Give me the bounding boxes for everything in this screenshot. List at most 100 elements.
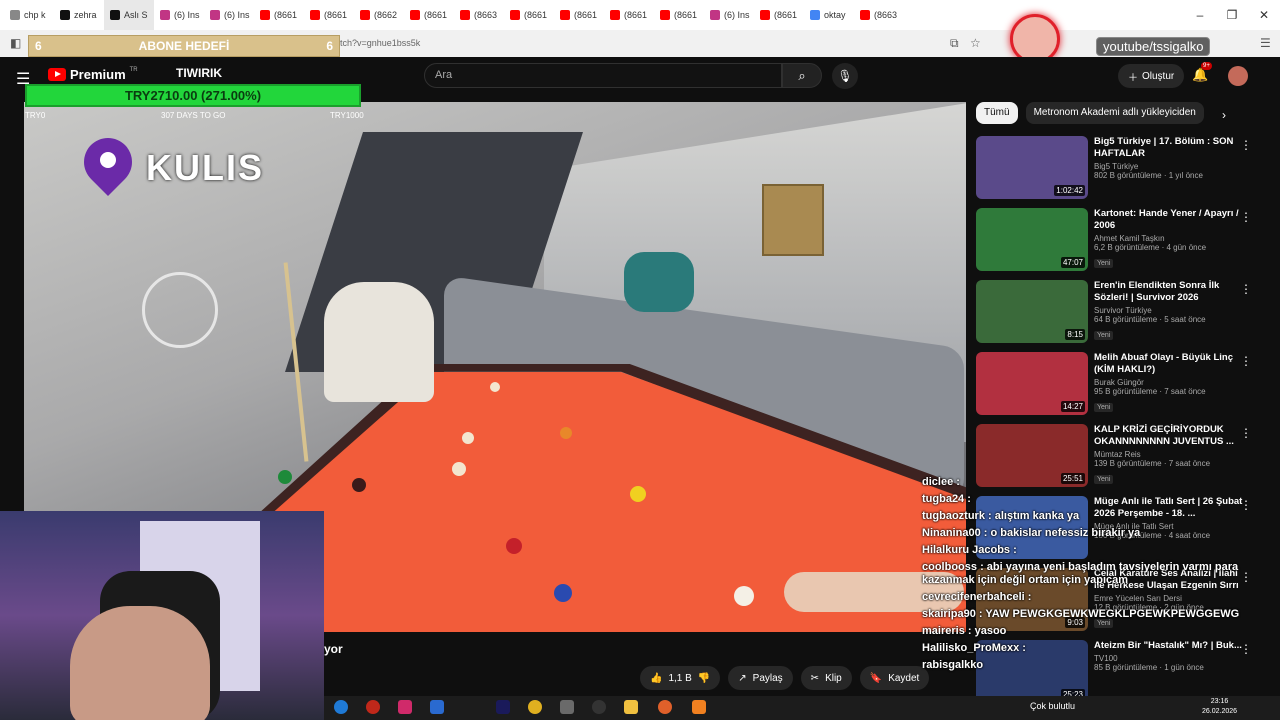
chat-message: maireris : yasoo bbox=[922, 625, 1272, 638]
chevron-right-icon[interactable]: › bbox=[1222, 108, 1226, 122]
video-meta: Kartonet: Hande Yener / Apayrı / 2006 Ah… bbox=[1094, 208, 1244, 280]
channel-name[interactable]: Ahmet Kamil Taşkın bbox=[1094, 234, 1244, 243]
recommendation-item[interactable]: 47:07 Kartonet: Hande Yener / Apayrı / 2… bbox=[976, 208, 1266, 280]
account-avatar[interactable] bbox=[1228, 66, 1248, 86]
like-button[interactable]: 👍 1,1 B 👎 bbox=[640, 666, 721, 690]
more-options-icon[interactable]: ⋮ bbox=[1240, 282, 1252, 296]
dislike-icon[interactable]: 👎 bbox=[698, 673, 710, 684]
store-icon[interactable] bbox=[398, 700, 412, 714]
tab-favicon-icon bbox=[360, 10, 370, 20]
recommendation-item[interactable]: 8:15 Eren'in Elendikten Sonra İlk Sözler… bbox=[976, 280, 1266, 352]
browser-tab[interactable]: (8661 bbox=[254, 0, 304, 30]
vlc-icon[interactable] bbox=[692, 700, 706, 714]
chip-uploader[interactable]: Metronom Akademi adlı yükleyiciden bbox=[1025, 102, 1204, 124]
tab-favicon-icon bbox=[860, 10, 870, 20]
video-thumbnail[interactable]: 47:07 bbox=[976, 208, 1088, 271]
new-badge: Yeni bbox=[1094, 259, 1114, 268]
channel-name[interactable]: Survivor Türkiye bbox=[1094, 306, 1244, 315]
tab-favicon-icon bbox=[610, 10, 620, 20]
browser-tab[interactable]: (8661 bbox=[304, 0, 354, 30]
video-duration: 8:15 bbox=[1065, 329, 1085, 340]
maximize-icon[interactable]: ❐ bbox=[1216, 8, 1248, 22]
video-title[interactable]: Big5 Türkiye | 17. Bölüm : SON HAFTALAR bbox=[1094, 136, 1244, 160]
browser-tab[interactable]: (8661 bbox=[604, 0, 654, 30]
app-icon[interactable] bbox=[560, 700, 574, 714]
browser-tab[interactable]: (6) Ins bbox=[204, 0, 254, 30]
search-button[interactable]: ⌕ bbox=[782, 63, 822, 88]
recommendation-item[interactable]: 1:02:42 Big5 Türkiye | 17. Bölüm : SON H… bbox=[976, 136, 1266, 208]
url-text[interactable]: tch?v=gnhue1bss5k bbox=[340, 38, 420, 48]
video-thumbnail[interactable]: 8:15 bbox=[976, 280, 1088, 343]
recommendation-item[interactable]: 14:27 Melih Abuaf Olayı - Büyük Linç (Kİ… bbox=[976, 352, 1266, 424]
bookmark-star-icon[interactable]: ☆ bbox=[970, 36, 981, 50]
browser-tab[interactable]: (6) Ins bbox=[704, 0, 754, 30]
video-person-player bbox=[324, 282, 434, 402]
search-input[interactable]: Ara bbox=[424, 63, 782, 88]
save-button[interactable]: 🔖 Kaydet bbox=[859, 666, 930, 690]
browser-tab[interactable]: (8661 bbox=[754, 0, 804, 30]
more-options-icon[interactable]: ⋮ bbox=[1240, 138, 1252, 152]
more-options-icon[interactable]: ⋮ bbox=[1240, 210, 1252, 224]
video-title-fragment: yor bbox=[324, 642, 343, 656]
screen-capture-icon[interactable]: ⧉ bbox=[950, 36, 959, 51]
tab-favicon-icon bbox=[110, 10, 120, 20]
browser-tab[interactable]: (8661 bbox=[504, 0, 554, 30]
browser-tab[interactable]: Aslı S bbox=[104, 0, 154, 30]
bookmark-icon: 🔖 bbox=[869, 672, 883, 684]
chip-all[interactable]: Tümü bbox=[976, 102, 1018, 124]
location-pin-icon bbox=[84, 138, 132, 198]
chat-username: Ninanina00 bbox=[922, 527, 981, 539]
browser-tab[interactable]: (6) Ins bbox=[154, 0, 204, 30]
video-title[interactable]: Melih Abuaf Olayı - Büyük Linç (KİM HAKL… bbox=[1094, 352, 1244, 376]
video-title[interactable]: Eren'in Elendikten Sonra İlk Sözleri! | … bbox=[1094, 280, 1244, 304]
minimize-icon[interactable]: – bbox=[1184, 8, 1216, 22]
channel-name[interactable]: Mümtaz Reis bbox=[1094, 450, 1244, 459]
tab-label: (8663 bbox=[474, 10, 498, 20]
video-thumbnail[interactable]: 14:27 bbox=[976, 352, 1088, 415]
youtube-logo[interactable]: Premium TR bbox=[48, 67, 138, 82]
folder-icon[interactable] bbox=[624, 700, 638, 714]
tab-favicon-icon bbox=[510, 10, 520, 20]
share-button[interactable]: ↗ Paylaş bbox=[728, 666, 793, 690]
firefox-icon[interactable] bbox=[658, 700, 672, 714]
video-ball bbox=[352, 478, 366, 492]
channel-name[interactable]: Big5 Türkiye bbox=[1094, 162, 1244, 171]
video-title[interactable]: KALP KRİZİ GEÇİRİYORDUK OKANNNNNNNN JUVE… bbox=[1094, 424, 1244, 448]
system-clock: 23:16 26.02.2026 bbox=[1202, 697, 1237, 717]
browser-tab[interactable]: zehra bbox=[54, 0, 104, 30]
video-thumbnail[interactable]: 1:02:42 bbox=[976, 136, 1088, 199]
opera-icon[interactable] bbox=[366, 700, 380, 714]
view-info: 64 B görüntüleme · 5 saat önce bbox=[1094, 315, 1206, 324]
browser-tab[interactable]: (8663 bbox=[454, 0, 504, 30]
obs-icon[interactable] bbox=[592, 700, 606, 714]
mail-icon[interactable] bbox=[430, 700, 444, 714]
channel-name[interactable]: Burak Güngör bbox=[1094, 378, 1244, 387]
video-cue-ball bbox=[734, 586, 754, 606]
tab-favicon-icon bbox=[660, 10, 670, 20]
edge-icon[interactable] bbox=[334, 700, 348, 714]
video-meta: Big5 Türkiye | 17. Bölüm : SON HAFTALAR … bbox=[1094, 136, 1244, 208]
video-title[interactable]: Kartonet: Hande Yener / Apayrı / 2006 bbox=[1094, 208, 1244, 232]
more-options-icon[interactable]: ⋮ bbox=[1240, 354, 1252, 368]
video-ball bbox=[490, 382, 500, 392]
clock-time: 23:16 bbox=[1210, 698, 1229, 705]
browser-tab[interactable]: (8661 bbox=[404, 0, 454, 30]
premiere-icon[interactable] bbox=[496, 700, 510, 714]
more-options-icon[interactable]: ⋮ bbox=[1240, 426, 1252, 440]
goal-title: ABONE HEDEFİ bbox=[138, 39, 230, 53]
browser-tab[interactable]: (8661 bbox=[654, 0, 704, 30]
voice-search-button[interactable]: 🎙 bbox=[832, 63, 858, 89]
browser-tab[interactable]: (8662 bbox=[354, 0, 404, 30]
browser-tab[interactable]: oktay bbox=[804, 0, 854, 30]
chat-text: : bbox=[1022, 642, 1026, 654]
browser-tab[interactable]: (8663 bbox=[854, 0, 904, 30]
clip-button[interactable]: ✂ Klip bbox=[800, 666, 852, 690]
close-icon[interactable]: ✕ bbox=[1248, 8, 1280, 22]
chrome-icon[interactable] bbox=[528, 700, 542, 714]
tab-actions-icon[interactable]: ◧ bbox=[10, 36, 21, 50]
window-controls: – ❐ ✕ bbox=[1184, 0, 1280, 30]
browser-tab[interactable]: chp k bbox=[4, 0, 54, 30]
browser-tab[interactable]: (8661 bbox=[554, 0, 604, 30]
create-button[interactable]: ＋ Oluştur bbox=[1118, 64, 1185, 88]
browser-menu-icon[interactable]: ☰ bbox=[1260, 36, 1271, 50]
